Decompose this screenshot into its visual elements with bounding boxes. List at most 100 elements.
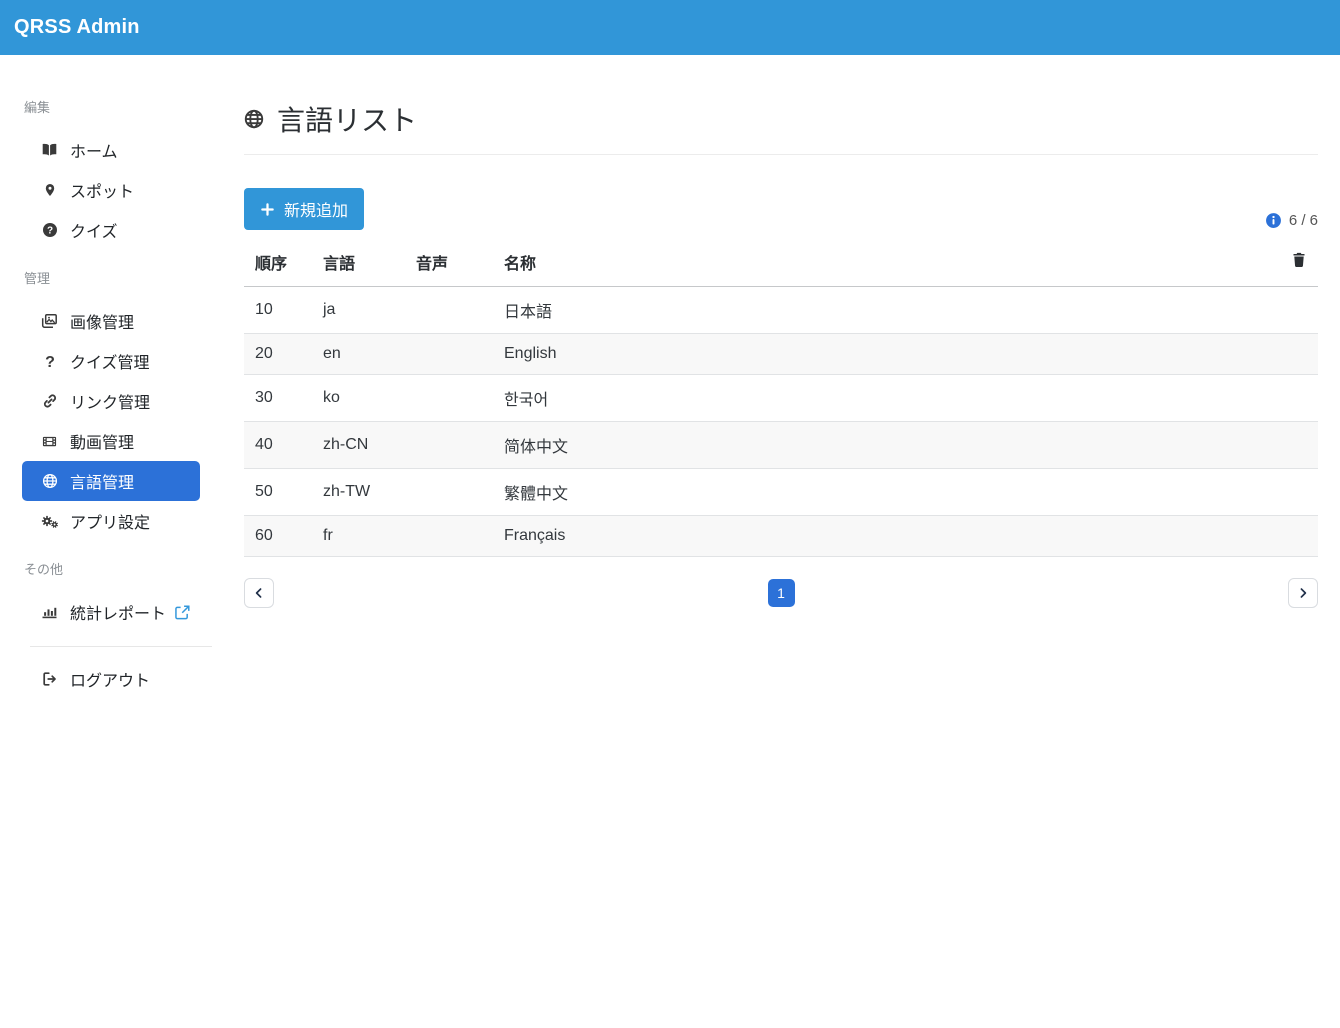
column-header-voice: 音声 [405, 242, 493, 287]
cogs-icon [40, 513, 59, 530]
cell-name: Français [493, 516, 1270, 557]
sidebar-section-edit: 編集 [24, 97, 222, 116]
cell-name: 简体中文 [493, 422, 1270, 469]
globe-icon [40, 473, 59, 490]
title-divider [244, 154, 1318, 155]
sidebar-divider [30, 646, 212, 647]
table-row[interactable]: 20 en English [244, 334, 1318, 375]
add-new-button[interactable]: 新規追加 [244, 188, 364, 230]
external-link-icon [175, 605, 190, 620]
sidebar-section-other: その他 [24, 559, 222, 578]
main-content: 言語リスト 新規追加 6 / 6 順序 言語 音声 名称 [244, 55, 1340, 1028]
table-row[interactable]: 60 fr Français [244, 516, 1318, 557]
sidebar-item-image-manage[interactable]: 画像管理 [22, 301, 200, 341]
chart-bar-icon [40, 604, 59, 621]
sidebar: 編集 ホーム スポット ? クイズ 管理 画像管理 ? クイズ管理 [0, 55, 244, 1028]
cell-order: 50 [244, 469, 312, 516]
cell-order: 40 [244, 422, 312, 469]
cell-order: 60 [244, 516, 312, 557]
book-icon [40, 142, 59, 159]
cell-code: fr [312, 516, 405, 557]
add-new-button-label: 新規追加 [284, 197, 348, 221]
toolbar: 新規追加 6 / 6 [244, 188, 1318, 230]
cell-order: 30 [244, 375, 312, 422]
page-title-text: 言語リスト [277, 99, 417, 139]
trash-icon[interactable] [1291, 251, 1307, 268]
cell-voice [405, 516, 493, 557]
map-marker-icon [40, 182, 59, 199]
info-circle-icon [1265, 212, 1282, 229]
sidebar-item-spot[interactable]: スポット [22, 170, 200, 210]
cell-code: en [312, 334, 405, 375]
table-row[interactable]: 30 ko 한국어 [244, 375, 1318, 422]
cell-voice [405, 422, 493, 469]
sidebar-item-link-manage[interactable]: リンク管理 [22, 381, 200, 421]
sidebar-item-quiz[interactable]: ? クイズ [22, 210, 200, 250]
sidebar-item-label: 言語管理 [70, 469, 134, 493]
next-page-button[interactable] [1288, 578, 1318, 608]
language-table: 順序 言語 音声 名称 10 ja 日本語 20 en [244, 242, 1318, 557]
prev-page-button[interactable] [244, 578, 274, 608]
cell-delete [1270, 469, 1318, 516]
svg-text:?: ? [46, 226, 52, 237]
sidebar-item-quiz-manage[interactable]: ? クイズ管理 [22, 341, 200, 381]
page-1-button[interactable]: 1 [768, 579, 795, 607]
cell-code: zh-CN [312, 422, 405, 469]
sidebar-item-label: クイズ管理 [70, 349, 150, 373]
sidebar-item-home[interactable]: ホーム [22, 130, 200, 170]
table-row[interactable]: 40 zh-CN 简体中文 [244, 422, 1318, 469]
images-icon [40, 313, 59, 330]
record-count-wrap: 6 / 6 [1265, 212, 1318, 230]
table-row[interactable]: 10 ja 日本語 [244, 287, 1318, 334]
cell-delete [1270, 516, 1318, 557]
cell-name: 日本語 [493, 287, 1270, 334]
sidebar-item-label: 統計レポート [70, 600, 166, 624]
link-icon [40, 393, 59, 410]
cell-code: ja [312, 287, 405, 334]
sidebar-item-app-settings[interactable]: アプリ設定 [22, 501, 200, 541]
table-header-row: 順序 言語 音声 名称 [244, 242, 1318, 287]
sign-out-icon [40, 671, 59, 688]
svg-text:?: ? [45, 354, 55, 370]
plus-icon [260, 202, 275, 217]
cell-voice [405, 334, 493, 375]
chevron-right-icon [1296, 586, 1310, 600]
sidebar-item-label: アプリ設定 [70, 509, 150, 533]
column-header-language: 言語 [312, 242, 405, 287]
sidebar-item-language-manage[interactable]: 言語管理 [22, 461, 200, 501]
cell-code: ko [312, 375, 405, 422]
sidebar-item-stats-report[interactable]: 統計レポート [22, 592, 200, 632]
cell-voice [405, 287, 493, 334]
cell-delete [1270, 287, 1318, 334]
sidebar-item-label: リンク管理 [70, 389, 150, 413]
cell-code: zh-TW [312, 469, 405, 516]
sidebar-item-label: 画像管理 [70, 309, 134, 333]
question-icon: ? [40, 353, 59, 370]
record-count: 6 / 6 [1289, 212, 1318, 229]
cell-order: 20 [244, 334, 312, 375]
sidebar-item-label: クイズ [70, 218, 118, 242]
app-header: QRSS Admin [0, 0, 1340, 55]
pagination: 1 [244, 578, 1318, 608]
sidebar-item-label: ログアウト [70, 667, 150, 691]
sidebar-section-manage: 管理 [24, 268, 222, 287]
cell-delete [1270, 334, 1318, 375]
sidebar-item-label: スポット [70, 178, 134, 202]
sidebar-item-logout[interactable]: ログアウト [22, 659, 200, 699]
sidebar-item-video-manage[interactable]: 動画管理 [22, 421, 200, 461]
globe-icon [244, 109, 264, 129]
cell-name: 한국어 [493, 375, 1270, 422]
cell-order: 10 [244, 287, 312, 334]
column-header-name: 名称 [493, 242, 1270, 287]
film-icon [40, 433, 59, 450]
cell-name: English [493, 334, 1270, 375]
table-row[interactable]: 50 zh-TW 繁體中文 [244, 469, 1318, 516]
page-title: 言語リスト [244, 99, 1318, 139]
question-circle-icon: ? [40, 222, 59, 239]
cell-delete [1270, 422, 1318, 469]
cell-voice [405, 375, 493, 422]
column-header-order: 順序 [244, 242, 312, 287]
chevron-left-icon [252, 586, 266, 600]
cell-voice [405, 469, 493, 516]
app-title[interactable]: QRSS Admin [14, 16, 140, 39]
